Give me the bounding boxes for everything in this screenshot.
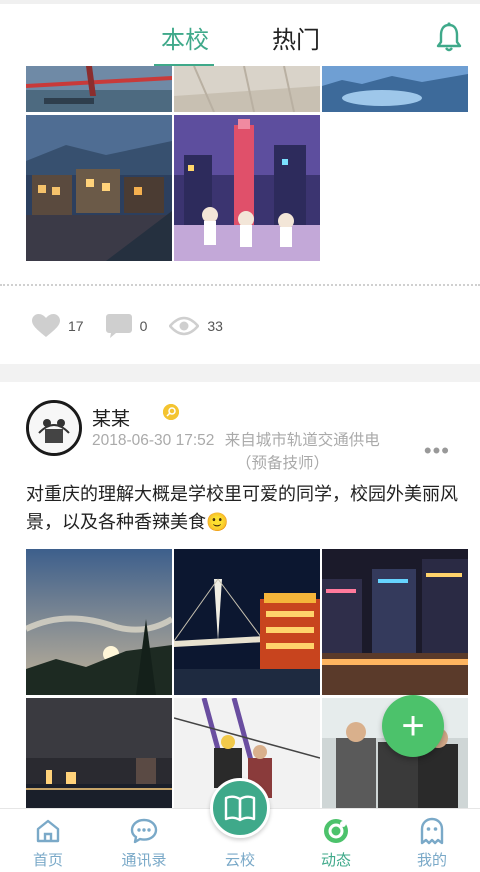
tab-popular[interactable]: 热门 xyxy=(272,20,320,55)
post-image[interactable] xyxy=(174,66,320,112)
post-source: 来自城市轨道交通供电 xyxy=(224,432,380,449)
home-icon xyxy=(36,819,60,843)
like-stat[interactable]: 17 xyxy=(32,314,84,338)
nav-home-label: 首页 xyxy=(32,852,63,869)
post-datetime: 2018-06-30 17:52 xyxy=(92,432,215,449)
top-header: 本校 热门 xyxy=(0,0,480,67)
verified-badge-icon xyxy=(163,404,179,420)
view-count: 33 xyxy=(207,318,223,334)
nav-contacts[interactable]: 通讯录 xyxy=(96,809,192,872)
post-image[interactable] xyxy=(322,549,468,695)
avatar[interactable] xyxy=(26,400,82,456)
post-image[interactable] xyxy=(322,66,468,112)
heart-icon xyxy=(32,314,60,337)
comment-count: 0 xyxy=(139,318,148,334)
add-post-button[interactable]: + xyxy=(382,695,444,757)
like-count: 17 xyxy=(68,318,84,334)
nav-moments[interactable]: 动态 xyxy=(288,809,384,872)
post-image[interactable] xyxy=(174,549,320,695)
post-image[interactable] xyxy=(26,66,172,112)
post-image[interactable] xyxy=(26,549,172,695)
nav-profile[interactable]: 我的 xyxy=(384,809,480,872)
tab-school[interactable]: 本校 xyxy=(161,20,209,55)
ghost-icon xyxy=(420,817,444,845)
nav-cloud-school-label: 云校 xyxy=(224,852,255,869)
post-text: 对重庆的理解大概是学校里可爱的同学，校园外美丽风景，以及各种香辣美食🙂 xyxy=(26,484,458,532)
nav-moments-label: 动态 xyxy=(320,852,351,869)
post-image[interactable] xyxy=(174,115,320,261)
comment-stat[interactable]: 0 xyxy=(105,314,148,338)
post-image[interactable] xyxy=(26,698,172,808)
chat-icon xyxy=(130,818,158,844)
plus-icon: + xyxy=(401,703,425,748)
post-source-note: （预备技师） xyxy=(236,455,330,472)
book-icon xyxy=(224,795,256,822)
divider xyxy=(0,284,480,286)
post-stats: 17 0 33 xyxy=(32,311,245,341)
post-card: 17 0 33 xyxy=(0,66,480,364)
more-options-button[interactable]: ••• xyxy=(424,438,450,464)
cloud-school-button[interactable] xyxy=(210,778,270,838)
nav-profile-label: 我的 xyxy=(416,852,447,869)
bell-icon[interactable] xyxy=(436,22,462,52)
nav-home[interactable]: 首页 xyxy=(0,809,96,872)
author-name[interactable]: 某某 xyxy=(92,404,130,431)
post-meta: 2018-06-30 17:52 来自城市轨道交通供电 xyxy=(92,431,380,451)
moments-icon xyxy=(324,819,348,843)
view-stat: 33 xyxy=(169,316,223,336)
post-image[interactable] xyxy=(26,115,172,261)
nav-contacts-label: 通讯录 xyxy=(121,852,167,869)
comment-icon xyxy=(105,314,132,338)
eye-icon xyxy=(169,316,200,336)
